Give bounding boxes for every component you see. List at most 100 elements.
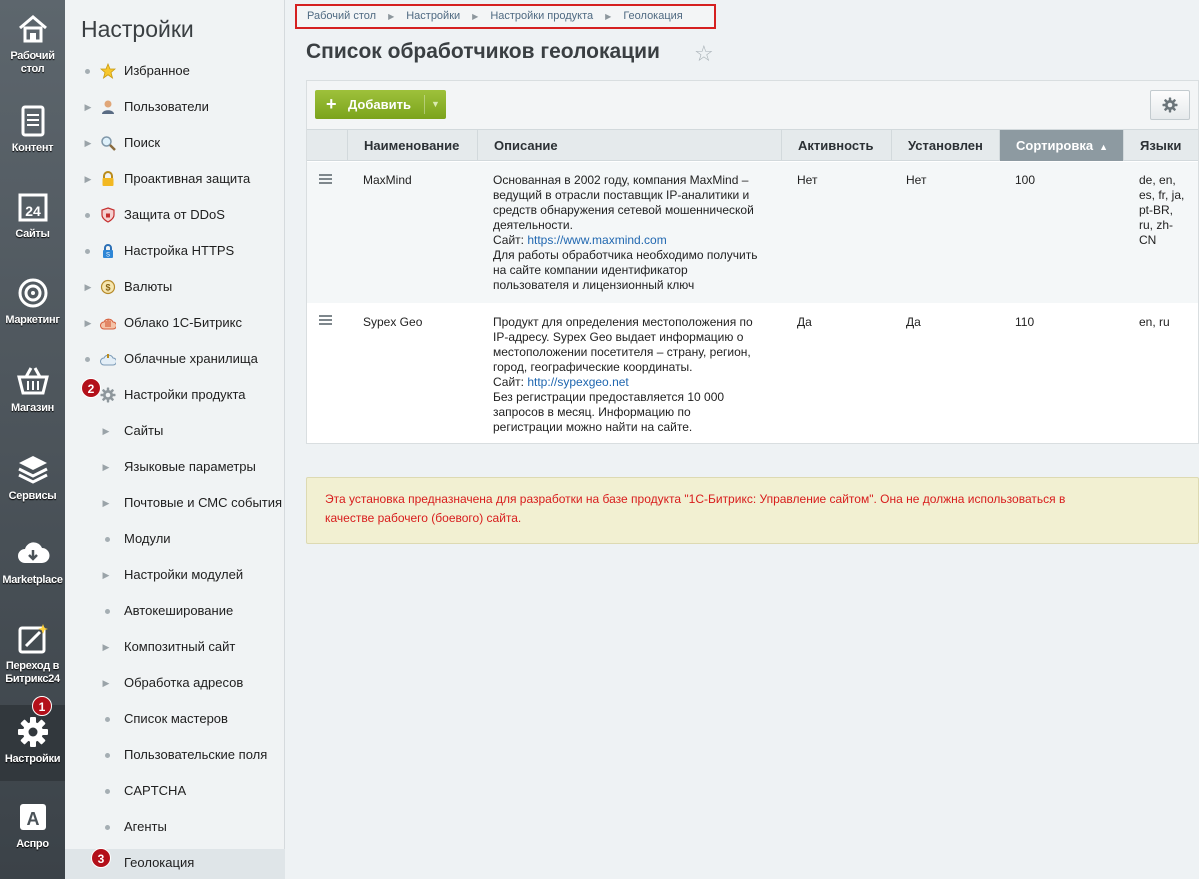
left-main-menu: Рабочий стол Контент 24 Сайты Маркетинг … — [0, 0, 65, 879]
menu-settings[interactable]: Настройки — [0, 705, 65, 781]
step-badge-1: 1 — [32, 696, 52, 716]
bullet-icon — [85, 249, 90, 254]
letter-a-icon: A — [19, 804, 46, 830]
menu-bitrix24[interactable]: Переход в Битрикс24 — [0, 622, 65, 686]
sidebar-item-currencies[interactable]: ▶ $ Валюты — [65, 273, 285, 301]
favorite-star-icon[interactable]: ☆ — [694, 41, 714, 67]
cloud-storage-icon — [100, 354, 116, 366]
sidebar-item-composite[interactable]: ▶ Композитный сайт — [65, 633, 285, 661]
breadcrumb-item-product-settings[interactable]: Настройки продукта — [490, 10, 593, 22]
bullet-icon — [105, 825, 110, 830]
handler-description: Основанная в 2002 году, компания MaxMind… — [493, 173, 758, 292]
https-lock-icon: S — [103, 244, 113, 259]
sidebar-item-agents[interactable]: Агенты — [65, 813, 285, 841]
menu-sites[interactable]: 24 Сайты — [0, 190, 65, 241]
handlers-list-panel: + Добавить ▼ Наименование Описание Актив… — [306, 80, 1199, 444]
svg-text:24: 24 — [25, 203, 41, 219]
list-settings-button[interactable] — [1150, 90, 1190, 120]
svg-text:A: A — [26, 809, 39, 829]
expand-arrow-icon[interactable]: ▶ — [83, 273, 93, 301]
step-badge-2: 2 — [81, 378, 101, 398]
menu-shop[interactable]: Магазин — [0, 364, 65, 415]
chevron-right-icon: ▶ — [605, 12, 612, 21]
chevron-down-icon[interactable]: ▼ — [424, 95, 446, 114]
sidebar-item-autocache[interactable]: Автокеширование — [65, 597, 285, 625]
expand-arrow-icon[interactable]: ▶ — [101, 417, 111, 445]
user-icon — [102, 100, 114, 114]
expand-arrow-icon[interactable]: ▶ — [101, 633, 111, 661]
basket-icon — [16, 367, 49, 395]
chevron-right-icon: ▶ — [472, 12, 479, 21]
sidebar-item-modules[interactable]: Модули — [65, 525, 285, 553]
sidebar-item-wizards[interactable]: Список мастеров — [65, 705, 285, 733]
sidebar-item-users[interactable]: ▶ Пользователи — [65, 93, 285, 121]
handler-name: MaxMind — [363, 173, 412, 187]
expand-arrow-icon[interactable]: ▶ — [83, 165, 93, 193]
sidebar-item-captcha[interactable]: CAPTCHA — [65, 777, 285, 805]
target-icon — [18, 278, 47, 308]
bullet-icon — [85, 69, 90, 74]
sidebar-item-search[interactable]: ▶ Поиск — [65, 129, 285, 157]
expand-arrow-icon[interactable]: ▶ — [83, 309, 93, 337]
breadcrumb-item-desktop[interactable]: Рабочий стол — [307, 10, 376, 22]
breadcrumb-item-settings[interactable]: Настройки — [406, 10, 460, 22]
sidebar-item-favorites[interactable]: Избранное — [65, 57, 285, 85]
column-installed[interactable]: Установлен — [891, 130, 999, 161]
column-languages[interactable]: Языки — [1123, 130, 1198, 161]
gear-icon — [1162, 97, 1178, 113]
menu-marketplace[interactable]: Marketplace — [0, 536, 65, 587]
breadcrumb: Рабочий стол ▶ Настройки ▶ Настройки продукт… — [295, 4, 716, 29]
sidebar-item-mail-events[interactable]: ▶ Почтовые и СМС события — [65, 489, 285, 517]
add-button[interactable]: + Добавить ▼ — [315, 90, 446, 119]
menu-desktop[interactable]: Рабочий стол — [0, 12, 65, 76]
sidebar-title: Настройки — [81, 16, 194, 42]
menu-marketing[interactable]: Маркетинг — [0, 276, 65, 327]
expand-arrow-icon[interactable]: ▶ — [101, 561, 111, 589]
sidebar-item-sites[interactable]: ▶ Сайты — [65, 417, 285, 445]
sidebar-item-bitrix-cloud[interactable]: ▶ Облако 1С-Битрикс — [65, 309, 285, 337]
menu-services[interactable]: Сервисы — [0, 452, 65, 503]
column-sort[interactable]: Сортировка ▲ — [999, 130, 1123, 161]
column-sort-label: Сортировка — [1016, 138, 1094, 153]
column-active[interactable]: Активность — [781, 130, 891, 161]
expand-arrow-icon[interactable]: ▶ — [101, 669, 111, 697]
column-name[interactable]: Наименование — [347, 130, 477, 161]
expand-arrow-icon[interactable]: ▶ — [101, 453, 111, 481]
plus-icon: + — [326, 94, 337, 114]
site-link[interactable]: http://sypexgeo.net — [527, 375, 628, 389]
sidebar-item-user-fields[interactable]: Пользовательские поля — [65, 741, 285, 769]
menu-content[interactable]: Контент — [0, 104, 65, 155]
drag-handle-icon[interactable] — [319, 315, 332, 327]
breadcrumb-item-geolocation[interactable]: Геолокация — [623, 10, 682, 22]
search-icon — [101, 136, 116, 151]
cloud-download-icon — [17, 542, 50, 563]
bullet-icon — [105, 537, 110, 542]
dev-install-warning: Эта установка предназначена для разработ… — [306, 477, 1199, 544]
sidebar-item-https[interactable]: S Настройка HTTPS — [65, 237, 285, 265]
sidebar-item-module-settings[interactable]: ▶ Настройки модулей — [65, 561, 285, 589]
table-header: Наименование Описание Активность Установ… — [307, 129, 1198, 161]
menu-aspro[interactable]: A Аспро — [0, 800, 65, 851]
handler-name: Sypex Geo — [363, 315, 423, 329]
site-link[interactable]: https://www.maxmind.com — [527, 233, 666, 247]
sidebar-item-cloud-storage[interactable]: Облачные хранилища — [65, 345, 285, 373]
bullet-icon — [105, 609, 110, 614]
drag-handle-icon[interactable] — [319, 174, 332, 186]
sidebar-item-proactive[interactable]: ▶ Проактивная защита — [65, 165, 285, 193]
expand-arrow-icon[interactable]: ▶ — [83, 93, 93, 121]
table-row[interactable]: Sypex Geo Продукт для определения местоп… — [307, 303, 1198, 443]
expand-arrow-icon[interactable]: ▶ — [101, 489, 111, 517]
column-description[interactable]: Описание — [477, 130, 781, 161]
sidebar-item-ddos[interactable]: Защита от DDoS — [65, 201, 285, 229]
svg-text:S: S — [106, 253, 110, 259]
magic-wand-icon — [18, 624, 48, 654]
sidebar-item-language[interactable]: ▶ Языковые параметры — [65, 453, 285, 481]
chevron-right-icon: ▶ — [388, 12, 395, 21]
gear-icon — [17, 717, 48, 747]
table-row[interactable]: MaxMind Основанная в 2002 году, компания… — [307, 162, 1198, 303]
expand-arrow-icon[interactable]: ▶ — [83, 129, 93, 157]
gear-icon — [100, 387, 116, 403]
sort-asc-icon: ▲ — [1099, 142, 1108, 152]
add-button-label: Добавить — [348, 97, 411, 112]
sidebar-item-address-processing[interactable]: ▶ Обработка адресов — [65, 669, 285, 697]
